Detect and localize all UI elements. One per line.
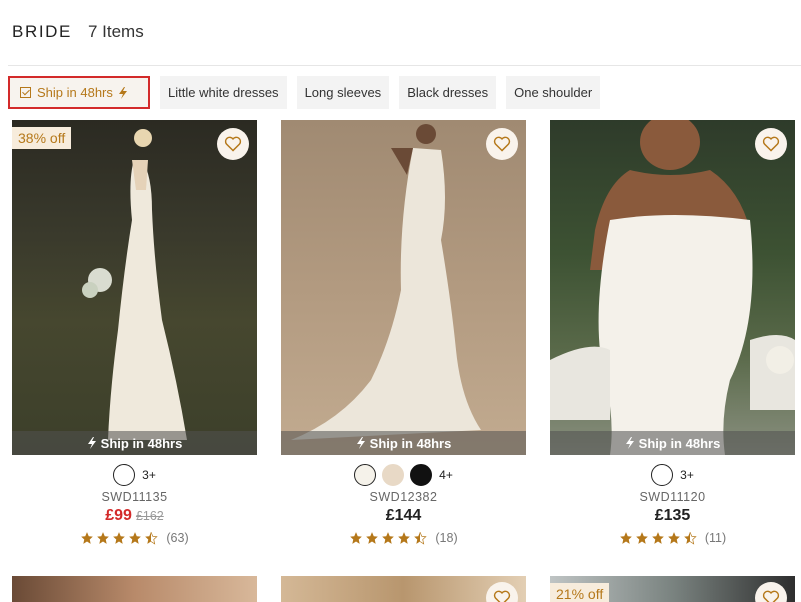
product-sku: SWD11135 [101,490,168,504]
product-image[interactable]: 38% off Ship in 48hrs [12,120,257,455]
heart-icon [762,136,780,152]
wishlist-button[interactable] [486,582,518,602]
product-card[interactable] [12,576,257,602]
lightning-icon [356,437,365,449]
page-title: BRIDE [12,22,72,41]
swatch-black[interactable] [410,464,433,486]
item-count: 7 Items [87,22,144,41]
ship-48hrs-banner: Ship in 48hrs [550,431,795,455]
swatch-white[interactable] [651,464,674,486]
dress-illustration [291,124,481,440]
star-icon [366,532,379,544]
review-count[interactable]: (11) [705,531,726,545]
product-card[interactable] [281,576,526,602]
sale-price: £99 [105,507,132,524]
product-image[interactable]: 21% off [550,576,795,602]
swatch-white[interactable] [113,464,136,486]
product-image[interactable] [281,576,526,602]
rating: (18) [281,531,526,545]
discount-badge: 38% off [12,127,72,149]
checkbox-icon[interactable] [20,87,31,98]
more-colors[interactable]: 3+ [680,468,694,482]
product-card[interactable]: 21% off [550,576,795,602]
lightning-icon [87,437,96,449]
filter-long-sleeves[interactable]: Long sleeves [296,76,390,109]
star-icon [636,532,648,544]
half-star-icon [414,532,428,545]
filter-ship-48hrs[interactable]: Ship in 48hrs [8,76,150,109]
review-count[interactable]: (18) [435,531,457,545]
star-icon [398,532,411,544]
wishlist-button[interactable] [486,128,518,160]
product-image[interactable]: Ship in 48hrs [281,120,526,455]
star-icon [620,532,632,544]
swatch-champagne[interactable] [382,464,405,486]
filter-little-white-dresses[interactable]: Little white dresses [160,76,287,109]
product-image[interactable]: Ship in 48hrs [550,120,795,455]
heart-icon [224,136,242,152]
product-image[interactable] [12,576,257,602]
rating: (63) [12,531,257,545]
half-star-icon [145,532,159,545]
wishlist-button[interactable] [217,128,249,160]
filter-chips: Ship in 48hrs Little white dresses Long … [8,76,601,109]
star-icon [129,532,142,544]
ship-48hrs-banner: Ship in 48hrs [281,431,526,455]
ship-label: Ship in 48hrs [100,435,183,451]
rating: (11) [550,531,795,545]
heart-icon [493,590,511,602]
discount-badge: 21% off [550,583,610,602]
color-swatches: 3+ [550,463,795,487]
review-count[interactable]: (63) [166,531,188,545]
divider [8,65,801,66]
half-star-icon [684,532,697,545]
star-icon [668,532,680,544]
star-icon [652,532,664,544]
lightning-icon [625,437,634,449]
product-card[interactable]: 38% off Ship in 48hrs 3+ SWD11135 £99 £16… [12,120,257,545]
lightning-icon [118,86,127,99]
star-icon [113,532,126,544]
product-price: £99 £162 [12,507,257,525]
dress-illustration [550,120,795,455]
ship-48hrs-banner: Ship in 48hrs [12,431,257,455]
star-icon [97,532,110,544]
wishlist-button[interactable] [755,582,787,602]
more-colors[interactable]: 3+ [142,468,156,482]
ship-label: Ship in 48hrs [369,435,452,451]
star-icon [81,532,94,544]
star-icon [350,532,363,544]
product-sku: SWD12382 [369,490,438,504]
star-icon [382,532,395,544]
original-price: £162 [135,509,164,523]
heart-icon [762,590,780,602]
dress-illustration [82,129,187,440]
wishlist-button[interactable] [755,128,787,160]
filter-label: Ship in 48hrs [37,85,113,100]
product-price: £144 [385,507,422,524]
heart-icon [493,136,511,152]
product-sku: SWD11120 [639,490,706,504]
product-card[interactable]: Ship in 48hrs 3+ SWD11120 £135 (11) [550,120,795,545]
ship-label: Ship in 48hrs [638,435,721,451]
filter-black-dresses[interactable]: Black dresses [399,76,497,109]
filter-one-shoulder[interactable]: One shoulder [506,76,601,109]
swatch-ivory[interactable] [354,464,377,486]
page-header: BRIDE 7 Items [12,22,144,46]
more-colors[interactable]: 4+ [439,468,453,482]
product-price: £135 [654,507,691,524]
product-card[interactable]: Ship in 48hrs 4+ SWD12382 £144 (18) [281,120,526,545]
color-swatches: 4+ [281,463,526,487]
color-swatches: 3+ [12,463,257,487]
